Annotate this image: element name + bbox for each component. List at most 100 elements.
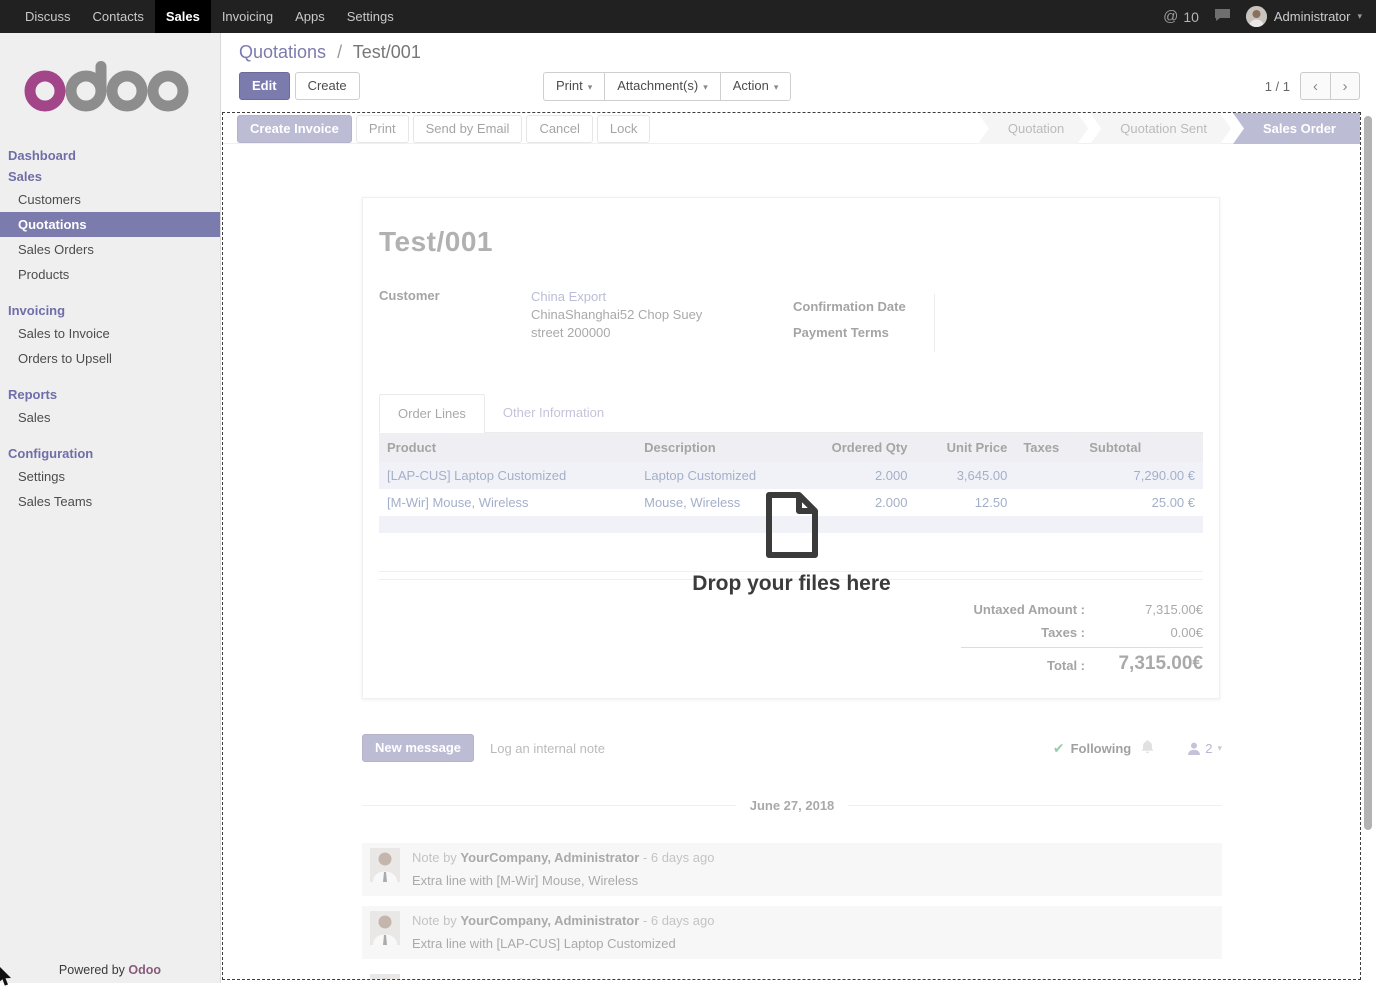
message-author[interactable]: YourCompany, Administrator <box>460 850 639 865</box>
col-subtotal[interactable]: Subtotal <box>1081 433 1203 462</box>
customer-link[interactable]: China Export <box>531 289 606 304</box>
pager-previous-button[interactable]: ‹ <box>1300 72 1330 100</box>
nav-item-apps[interactable]: Apps <box>284 0 336 33</box>
nav-item-contacts[interactable]: Contacts <box>82 0 155 33</box>
odoo-logo[interactable] <box>24 60 220 115</box>
taxes-label: Taxes : <box>961 621 1099 644</box>
log-internal-note-button[interactable]: Log an internal note <box>490 741 605 756</box>
breadcrumb-quotations-link[interactable]: Quotations <box>239 42 326 62</box>
customer-address-line2: street 200000 <box>531 325 611 340</box>
print-button[interactable]: Print <box>356 115 409 143</box>
stage-quotation-sent[interactable]: Quotation Sent <box>1090 113 1231 144</box>
pager-buttons: ‹ › <box>1300 72 1360 100</box>
col-product[interactable]: Product <box>379 433 636 462</box>
sidebar-item-orders-to-upsell[interactable]: Orders to Upsell <box>0 346 220 371</box>
nav-item-settings[interactable]: Settings <box>336 0 405 33</box>
sidebar-item-settings[interactable]: Settings <box>0 464 220 489</box>
col-description[interactable]: Description <box>636 433 811 462</box>
sidebar-item-customers[interactable]: Customers <box>0 187 220 212</box>
control-panel: Quotations / Test/001 Edit Create Print▾… <box>221 33 1376 106</box>
nav-item-discuss[interactable]: Discuss <box>14 0 82 33</box>
order-lines-table: Product Description Ordered Qty Unit Pri… <box>379 433 1203 533</box>
sidebar: Dashboard Sales Customers Quotations Sal… <box>0 33 221 983</box>
message-author[interactable]: YourCompany, Administrator <box>460 913 639 928</box>
create-invoice-button[interactable]: Create Invoice <box>237 115 352 143</box>
untaxed-amount-label: Untaxed Amount : <box>961 598 1099 621</box>
list-item[interactable]: Note by YourCompany, Administrator - 6 d… <box>362 843 1222 896</box>
powered-by-brand-link[interactable]: Odoo <box>128 963 161 977</box>
statusbar-buttons: Create Invoice Print Send by Email Cance… <box>223 113 650 143</box>
list-item[interactable]: Note by YourCompany, Administrator - 6 d… <box>362 906 1222 959</box>
message-author[interactable]: YourCompany, Administrator <box>412 976 591 980</box>
chatter-toolbar: New message Log an internal note ✔ Follo… <box>362 734 1222 762</box>
bell-icon[interactable] <box>1141 740 1154 757</box>
col-taxes[interactable]: Taxes <box>1015 433 1081 462</box>
sidebar-item-sales-teams[interactable]: Sales Teams <box>0 489 220 514</box>
message-meta: Note by YourCompany, Administrator - 6 d… <box>412 848 1214 868</box>
list-item[interactable]: YourCompany, Administrator - 6 days ago … <box>362 969 1222 980</box>
sidebar-heading-reports[interactable]: Reports <box>0 384 220 405</box>
file-dropzone[interactable]: Create Invoice Print Send by Email Cance… <box>222 112 1361 980</box>
sidebar-item-sales-report[interactable]: Sales <box>0 405 220 430</box>
confirmation-date-label: Confirmation Date <box>793 294 906 320</box>
at-icon: @ <box>1163 8 1178 25</box>
action-dropdown[interactable]: Action▾ <box>720 72 792 101</box>
cell-unit-price: 3,645.00 <box>915 462 1015 489</box>
lock-button[interactable]: Lock <box>597 115 650 143</box>
date-separator-label: June 27, 2018 <box>736 798 849 813</box>
total-label: Total : <box>961 652 1099 680</box>
sidebar-heading-sales[interactable]: Sales <box>0 166 220 187</box>
sidebar-item-quotations[interactable]: Quotations <box>0 212 220 237</box>
col-ordered-qty[interactable]: Ordered Qty <box>811 433 916 462</box>
sidebar-item-sales-orders[interactable]: Sales Orders <box>0 237 220 262</box>
sidebar-item-sales-to-invoice[interactable]: Sales to Invoice <box>0 321 220 346</box>
cell-subtotal: 25.00 € <box>1081 489 1203 516</box>
table-header-row: Product Description Ordered Qty Unit Pri… <box>379 433 1203 462</box>
print-dropdown[interactable]: Print▾ <box>543 72 604 101</box>
action-label: Action <box>733 78 769 93</box>
sidebar-item-products[interactable]: Products <box>0 262 220 287</box>
cell-taxes <box>1015 489 1081 516</box>
faded-form-content: Create Invoice Print Send by Email Cance… <box>223 113 1360 980</box>
mention-counter[interactable]: @ 10 <box>1163 8 1199 25</box>
following-label: Following <box>1071 741 1132 756</box>
sidebar-heading-invoicing[interactable]: Invoicing <box>0 300 220 321</box>
user-menu[interactable]: Administrator ▾ <box>1246 6 1362 27</box>
main-content: Quotations / Test/001 Edit Create Print▾… <box>221 33 1376 983</box>
cell-qty: 2.000 <box>811 462 916 489</box>
send-by-email-button[interactable]: Send by Email <box>413 115 523 143</box>
tab-order-lines[interactable]: Order Lines <box>379 394 485 433</box>
col-unit-price[interactable]: Unit Price <box>915 433 1015 462</box>
message-body: Extra line with [LAP-CUS] Laptop Customi… <box>412 933 1214 954</box>
right-field-column: Confirmation Date Payment Terms <box>793 294 935 352</box>
new-message-button[interactable]: New message <box>362 734 474 762</box>
table-empty-row[interactable] <box>379 516 1203 533</box>
create-button[interactable]: Create <box>295 72 360 100</box>
chatter-follow-area: ✔ Following 2 ▾ <box>1053 740 1222 757</box>
sidebar-heading-configuration[interactable]: Configuration <box>0 443 220 464</box>
attachments-label: Attachment(s) <box>617 78 698 93</box>
action-dropdown-group: Print▾ Attachment(s)▾ Action▾ <box>543 72 791 101</box>
following-toggle[interactable]: ✔ Following <box>1053 740 1131 757</box>
tab-other-information[interactable]: Other Information <box>485 394 622 432</box>
edit-button[interactable]: Edit <box>239 72 290 100</box>
stage-sales-order[interactable]: Sales Order <box>1233 113 1360 144</box>
table-row[interactable]: [M-Wir] Mouse, Wireless Mouse, Wireless … <box>379 489 1203 516</box>
chevron-down-icon: ▾ <box>1217 743 1222 754</box>
sidebar-item-dashboard[interactable]: Dashboard <box>0 145 220 166</box>
stage-quotation[interactable]: Quotation <box>978 113 1088 144</box>
nav-item-invoicing[interactable]: Invoicing <box>211 0 284 33</box>
message-avatar <box>370 848 400 882</box>
cancel-button[interactable]: Cancel <box>526 115 592 143</box>
statusbar: Create Invoice Print Send by Email Cance… <box>223 113 1360 144</box>
section-separator <box>379 571 1203 580</box>
messages-icon[interactable] <box>1214 8 1231 25</box>
control-panel-actions: Edit Create Print▾ Attachment(s)▾ Action… <box>239 72 1360 106</box>
table-row[interactable]: [LAP-CUS] Laptop Customized Laptop Custo… <box>379 462 1203 489</box>
attachments-dropdown[interactable]: Attachment(s)▾ <box>604 72 719 101</box>
vertical-scrollbar[interactable] <box>1364 116 1372 830</box>
pager-next-button[interactable]: › <box>1330 72 1360 100</box>
nav-item-sales[interactable]: Sales <box>155 0 211 33</box>
mention-count: 10 <box>1183 9 1199 25</box>
followers-dropdown[interactable]: 2 ▾ <box>1188 741 1222 756</box>
